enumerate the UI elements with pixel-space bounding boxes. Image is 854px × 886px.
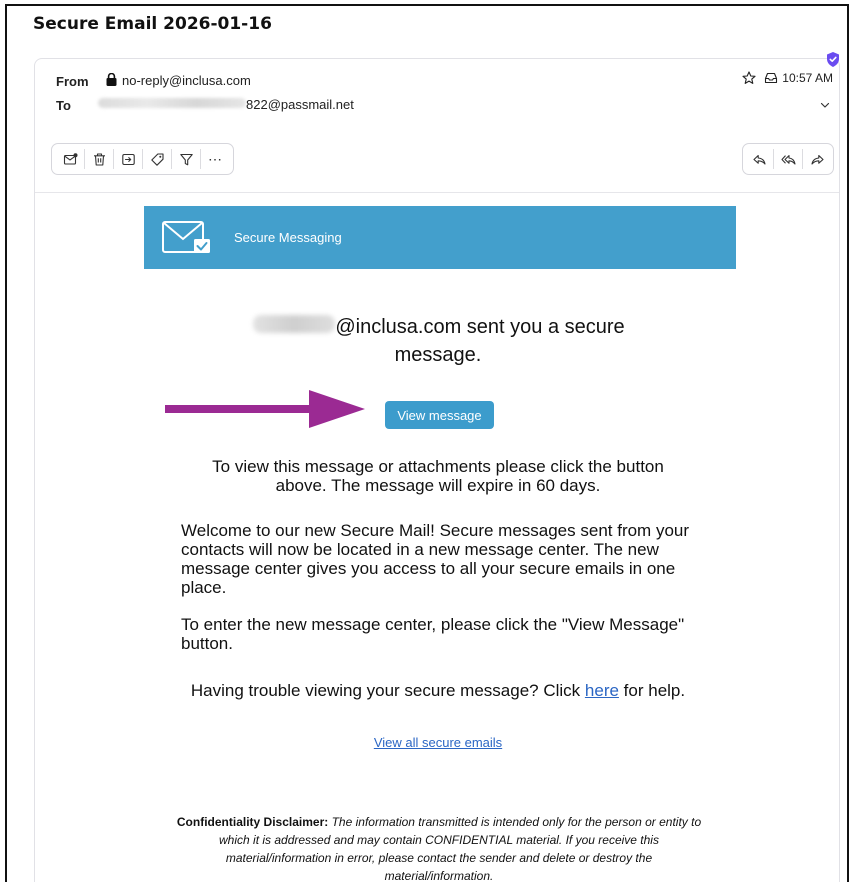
disclaimer-line-1: Confidentiality Disclaimer: The informat… (149, 813, 729, 831)
message-time: 10:57 AM (782, 71, 833, 85)
expire-notice: To view this message or attachments plea… (35, 457, 841, 495)
disclaimer-text-3: material/information in error, please co… (225, 851, 653, 865)
redacted-recipient (98, 98, 246, 108)
label-button[interactable] (143, 144, 171, 174)
enter-center-paragraph: To enter the new message center, please … (181, 615, 781, 653)
delete-button[interactable] (85, 144, 113, 174)
email-window: Secure Email 2026-01-16 From no-reply@in… (5, 4, 849, 882)
disclaimer-line-2: which it is addressed and may contain CO… (149, 831, 729, 849)
move-to-icon (121, 153, 135, 165)
email-subject: Secure Email 2026-01-16 (33, 14, 272, 34)
chevron-down-icon[interactable] (819, 99, 831, 111)
trouble-prefix: Having trouble viewing your secure messa… (190, 681, 581, 700)
trash-icon (93, 152, 105, 166)
welcome-line-2: contacts will now be located in a new me… (181, 540, 659, 559)
forward-button[interactable] (803, 144, 831, 174)
confidentiality-disclaimer: Confidentiality Disclaimer: The informat… (149, 813, 729, 882)
welcome-line-3: message center gives you access to all y… (181, 559, 676, 578)
message-toolbar: ⋯ (51, 143, 234, 175)
secure-envelope-icon (162, 221, 210, 253)
to-label: To (56, 98, 71, 113)
welcome-line-4: place. (181, 578, 227, 597)
sent-message-line-1: @inclusa.com sent you a secure (335, 316, 625, 338)
star-icon[interactable] (742, 71, 756, 85)
filter-button[interactable] (172, 144, 200, 174)
header-divider (35, 192, 839, 193)
trouble-suffix: for help. (623, 681, 686, 700)
recipient-address[interactable]: 822@passmail.net (246, 97, 354, 112)
enter-line-1: To enter the new message center, please … (181, 615, 685, 634)
reply-all-icon (780, 154, 796, 165)
disclaimer-line-3: material/information in error, please co… (149, 849, 729, 867)
mark-unread-button[interactable] (56, 144, 84, 174)
message-card: From no-reply@inclusa.com To 822@passmai… (34, 52, 841, 882)
envelope-dot-icon (63, 152, 77, 165)
from-label: From (56, 74, 89, 89)
expire-line-2: above. The message will expire in 60 day… (275, 476, 601, 495)
move-button[interactable] (114, 144, 142, 174)
arrow-annotation-icon (165, 390, 365, 428)
disclaimer-text-4: material/information. (384, 869, 494, 882)
secure-messaging-banner: Secure Messaging (144, 206, 736, 269)
disclaimer-text-1: The information transmitted is intended … (331, 815, 702, 829)
view-all-container: View all secure emails (35, 735, 841, 750)
disclaimer-line-4: material/information. (149, 867, 729, 882)
sent-message-line-2: message. (394, 344, 482, 366)
lock-icon (106, 73, 117, 86)
expire-line-1: To view this message or attachments plea… (212, 457, 664, 476)
reply-all-button[interactable] (774, 144, 802, 174)
banner-title: Secure Messaging (234, 230, 342, 245)
more-icon: ⋯ (208, 150, 222, 167)
message-meta: 10:57 AM (742, 71, 833, 85)
more-actions-button[interactable]: ⋯ (201, 144, 229, 174)
view-message-button[interactable]: View message (385, 401, 494, 429)
disclaimer-label: Confidentiality Disclaimer: (176, 815, 329, 829)
reply-button[interactable] (745, 144, 773, 174)
forward-icon (810, 154, 824, 165)
filter-icon (179, 153, 193, 165)
reply-toolbar (742, 143, 834, 175)
welcome-paragraph: Welcome to our new Secure Mail! Secure m… (181, 521, 781, 597)
tag-icon (150, 152, 164, 166)
disclaimer-text-2: which it is addressed and may contain CO… (219, 833, 659, 847)
inbox-icon (765, 72, 778, 84)
welcome-line-1: Welcome to our new Secure Mail! Secure m… (181, 521, 690, 540)
shield-icon (827, 52, 839, 67)
reply-icon (752, 154, 766, 165)
sender-address[interactable]: no-reply@inclusa.com (122, 73, 251, 88)
enter-line-2: button. (181, 634, 233, 653)
help-link[interactable]: here (585, 681, 619, 700)
trouble-line: Having trouble viewing your secure messa… (35, 681, 841, 700)
view-all-secure-emails-link[interactable]: View all secure emails (374, 735, 502, 750)
